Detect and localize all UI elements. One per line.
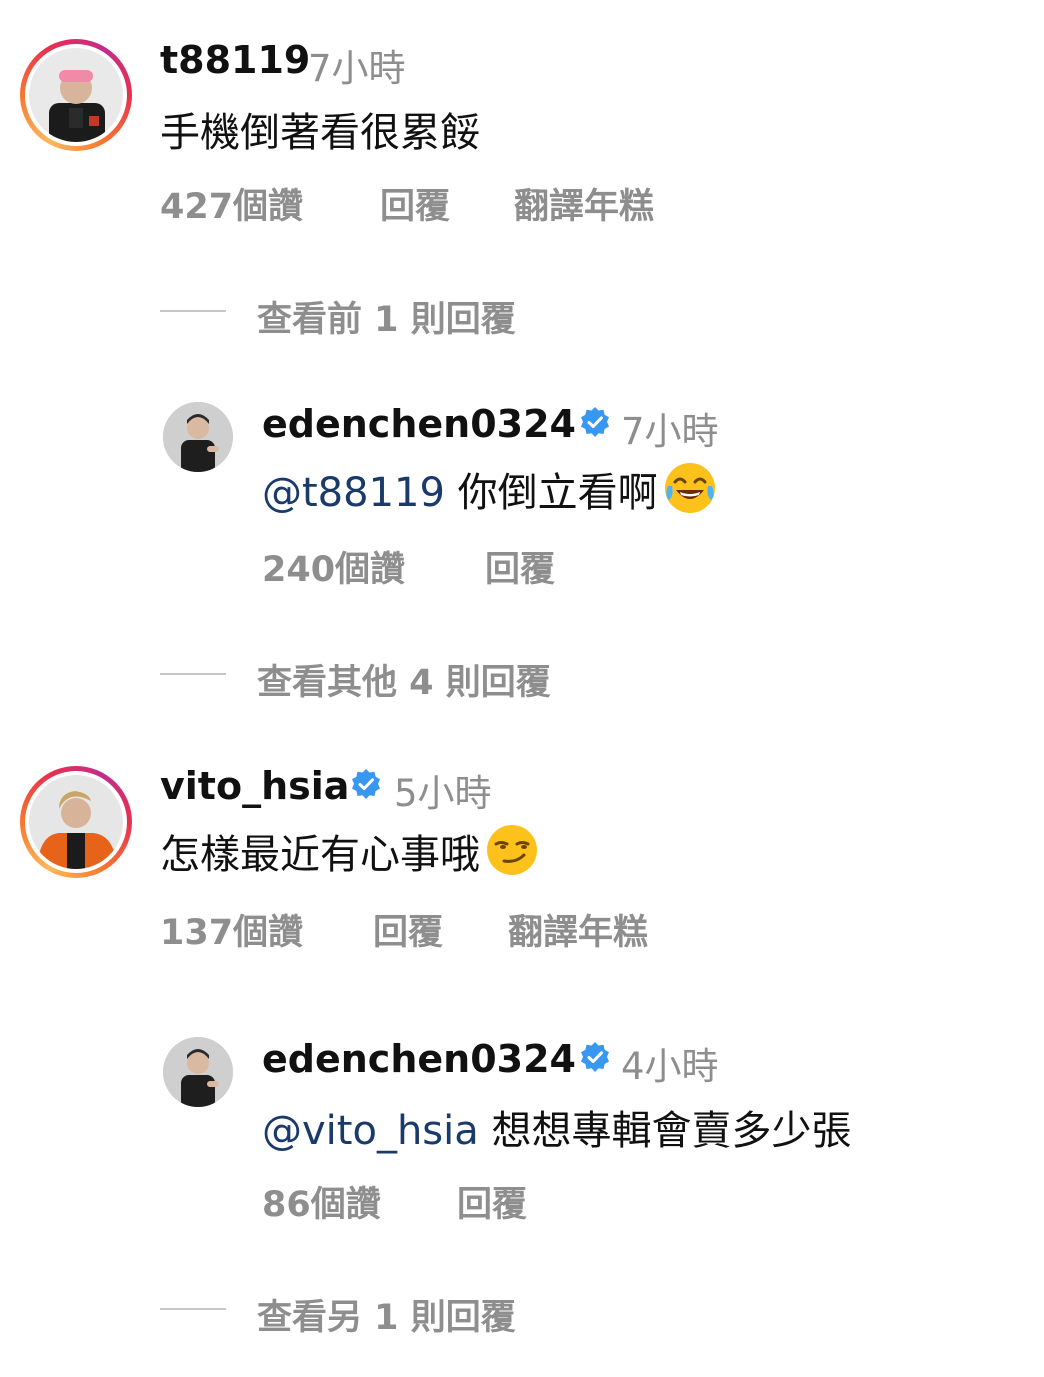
translate-button[interactable]: 翻譯年糕 [514, 178, 654, 229]
tears-of-joy-emoji-icon [664, 463, 715, 513]
reply-button[interactable]: 回覆 [485, 541, 555, 592]
avatar-t88119[interactable] [20, 39, 132, 151]
avatar-edenchen0324[interactable] [163, 402, 233, 472]
reply-divider [160, 673, 226, 675]
reply-divider [160, 1308, 226, 1310]
like-count[interactable]: 427個讚 [160, 178, 303, 229]
translate-button[interactable]: 翻譯年糕 [508, 904, 648, 955]
like-count[interactable]: 240個讚 [262, 541, 405, 592]
comment-username[interactable]: t88119 [160, 38, 310, 82]
reply-time: 4小時 [621, 1045, 719, 1088]
comment-username[interactable]: vito_hsia [160, 764, 349, 808]
avatar-vito-hsia[interactable] [20, 766, 132, 878]
reply-time: 7小時 [621, 410, 719, 453]
reply-divider [160, 310, 226, 312]
comment-text: 手機倒著看很累餒 [160, 110, 480, 156]
smirking-face-emoji-icon [487, 825, 537, 875]
verified-badge-icon [581, 1042, 609, 1072]
mention-link[interactable]: @t88119 [262, 470, 445, 516]
reply-text: @vito_hsia 想想專輯會賣多少張 [262, 1098, 851, 1156]
reply-text: @t88119 你倒立看啊 [262, 460, 718, 518]
verified-badge-icon [352, 769, 380, 799]
like-count[interactable]: 86個讚 [262, 1176, 381, 1227]
comment-body: 怎樣最近有心事哦 [160, 832, 480, 878]
reply-button[interactable]: 回覆 [457, 1176, 527, 1227]
reply-username[interactable]: edenchen0324 [262, 402, 576, 446]
reply-body: 你倒立看啊 [457, 470, 658, 516]
view-previous-replies-button[interactable]: 查看前 1 則回覆 [257, 291, 516, 342]
avatar-edenchen0324[interactable] [163, 1037, 233, 1107]
verified-badge-icon [581, 407, 609, 437]
reply-body: 想想專輯會賣多少張 [491, 1108, 852, 1154]
view-more-replies-button[interactable]: 查看另 1 則回覆 [257, 1289, 516, 1340]
reply-button[interactable]: 回覆 [373, 904, 443, 955]
like-count[interactable]: 137個讚 [160, 904, 303, 955]
comment-time: 7小時 [308, 47, 406, 90]
reply-username[interactable]: edenchen0324 [262, 1037, 576, 1081]
comment-text: 怎樣最近有心事哦 [160, 822, 540, 880]
reply-button[interactable]: 回覆 [380, 178, 450, 229]
view-more-replies-button[interactable]: 查看其他 4 則回覆 [257, 654, 551, 705]
mention-link[interactable]: @vito_hsia [262, 1108, 479, 1154]
comment-time: 5小時 [394, 772, 492, 815]
